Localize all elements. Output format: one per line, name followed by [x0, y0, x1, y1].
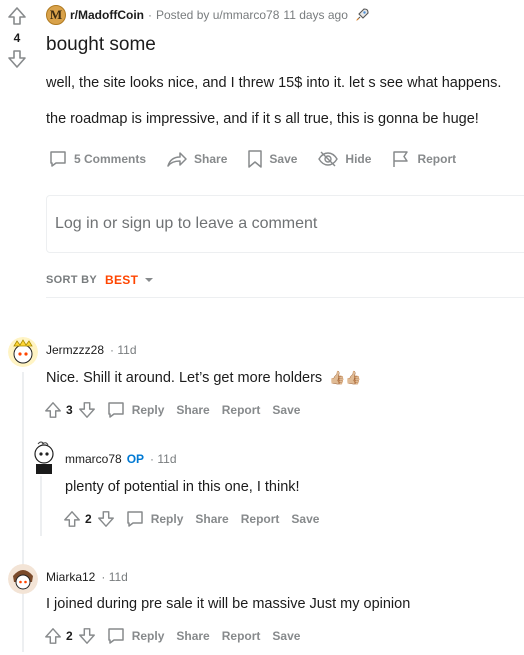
- report-button[interactable]: Report: [241, 512, 280, 526]
- share-button[interactable]: Share: [176, 403, 209, 417]
- share-icon: [166, 149, 194, 169]
- post-meta: M r/MadoffCoin · Posted by u/mmarco78 11…: [46, 5, 370, 25]
- comment-header: mmarco78 OP · 11d: [65, 452, 177, 466]
- share-button[interactable]: Share: [195, 512, 228, 526]
- comment-username[interactable]: Jermzzz28: [46, 343, 104, 357]
- save-icon: [247, 149, 269, 169]
- save-label: Save: [269, 152, 298, 166]
- downvote-icon[interactable]: [97, 510, 115, 528]
- share-button[interactable]: Share: [166, 149, 227, 169]
- sort-label: SORT BY: [46, 274, 97, 286]
- sort-control[interactable]: SORT BY BEST: [46, 273, 154, 287]
- post-vote-column: 4: [6, 6, 28, 69]
- comments-label: 5 Comments: [74, 152, 147, 166]
- comment-login-box[interactable]: Log in or sign up to leave a comment: [46, 195, 524, 253]
- comment-text-body: Nice. Shill it around. Let’s get more ho…: [46, 370, 323, 386]
- comment-time-value: 11d: [157, 452, 177, 466]
- save-button[interactable]: Save: [272, 629, 300, 643]
- report-button[interactable]: Report: [222, 403, 261, 417]
- posted-by[interactable]: Posted by u/mmarco78: [156, 8, 279, 22]
- comment-header: Jermzzz28 · 11d: [46, 343, 137, 357]
- thread-line[interactable]: [40, 476, 42, 536]
- subreddit-link[interactable]: r/MadoffCoin: [70, 8, 144, 22]
- report-button[interactable]: Report: [391, 149, 456, 169]
- comment-icon: [125, 509, 151, 529]
- hide-button[interactable]: Hide: [317, 149, 371, 169]
- upvote-icon[interactable]: [63, 510, 81, 528]
- reply-button[interactable]: Reply: [106, 626, 165, 646]
- post-age: 11 days ago: [283, 8, 348, 22]
- sort-value[interactable]: BEST: [105, 273, 138, 287]
- downvote-icon[interactable]: [7, 49, 27, 69]
- upvote-icon[interactable]: [44, 401, 62, 419]
- post-actions: 5 Comments Share Save Hide Report: [48, 146, 476, 172]
- comment-time: · 11d: [110, 343, 137, 357]
- post-body-line-1: well, the site looks nice, and I threw 1…: [46, 75, 502, 91]
- comment-text: I joined during pre sale it will be mass…: [46, 596, 411, 612]
- downvote-icon[interactable]: [78, 627, 96, 645]
- comment-text: plenty of potential in this one, I think…: [65, 479, 300, 495]
- save-button[interactable]: Save: [291, 512, 319, 526]
- comment-time: · 11d: [150, 452, 177, 466]
- op-badge: OP: [126, 452, 145, 466]
- report-icon: [391, 149, 417, 169]
- comment-icon: [106, 626, 132, 646]
- avatar[interactable]: [8, 564, 38, 594]
- reply-button[interactable]: Reply: [106, 400, 165, 420]
- report-button[interactable]: Report: [222, 629, 261, 643]
- reply-label: Reply: [131, 403, 165, 417]
- comment-username[interactable]: mmarco78: [65, 452, 122, 466]
- comment-time: · 11d: [101, 570, 128, 584]
- hide-icon: [317, 149, 345, 169]
- upvote-icon[interactable]: [7, 6, 27, 26]
- share-label: Share: [194, 152, 228, 166]
- post-body-line-2: the roadmap is impressive, and if it s a…: [46, 111, 479, 127]
- sort-divider: [46, 297, 524, 298]
- comment-actions: 2 Reply Share Report Save: [44, 625, 300, 647]
- comment-icon: [48, 149, 74, 169]
- comment-time-value: 11d: [108, 570, 128, 584]
- reply-label: Reply: [131, 629, 165, 643]
- comment-login-prompt[interactable]: Log in or sign up to leave a comment: [55, 215, 317, 233]
- avatar[interactable]: [8, 337, 38, 367]
- save-button[interactable]: Save: [247, 149, 297, 169]
- rocket-icon: [354, 7, 370, 23]
- meta-separator: ·: [148, 8, 152, 22]
- comment-header: Miarka12 · 11d: [46, 570, 128, 584]
- thumbs-up-emoji: 👍🏼👍🏼: [329, 370, 362, 385]
- downvote-icon[interactable]: [78, 401, 96, 419]
- upvote-icon[interactable]: [44, 627, 62, 645]
- share-button[interactable]: Share: [176, 629, 209, 643]
- hide-label: Hide: [345, 152, 372, 166]
- comments-button[interactable]: 5 Comments: [48, 149, 146, 169]
- save-button[interactable]: Save: [272, 403, 300, 417]
- reply-button[interactable]: Reply: [125, 509, 184, 529]
- avatar[interactable]: [28, 440, 60, 476]
- reply-label: Reply: [150, 512, 184, 526]
- comment-username[interactable]: Miarka12: [46, 570, 95, 584]
- comment-score: 3: [66, 403, 73, 417]
- subreddit-avatar[interactable]: M: [46, 5, 66, 25]
- comment-time-value: 11d: [117, 343, 137, 357]
- report-label: Report: [417, 152, 457, 166]
- comment-actions: 3 Reply Share Report Save: [44, 399, 300, 421]
- comment-icon: [106, 400, 132, 420]
- post-vote-count: 4: [13, 31, 21, 45]
- post-title[interactable]: bought some: [46, 34, 156, 56]
- chevron-down-icon[interactable]: [138, 276, 154, 284]
- comment-text: Nice. Shill it around. Let’s get more ho…: [46, 370, 362, 386]
- comment-score: 2: [85, 512, 92, 526]
- comment-score: 2: [66, 629, 73, 643]
- comment-actions: 2 Reply Share Report Save: [63, 508, 319, 530]
- thread-line[interactable]: [22, 372, 24, 652]
